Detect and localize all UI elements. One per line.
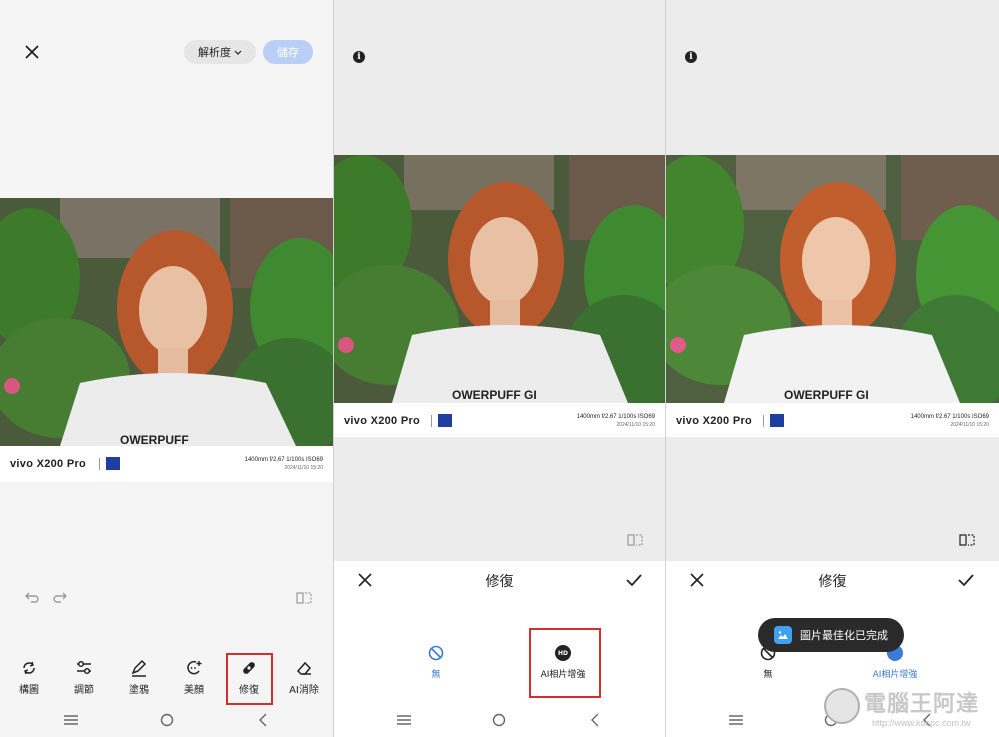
home-icon[interactable] bbox=[487, 710, 511, 730]
photo-preview-enhanced: OWERPUFF GI bbox=[666, 155, 999, 403]
back-icon[interactable] bbox=[583, 710, 607, 730]
system-nav-bar bbox=[334, 706, 665, 734]
site-url: http://www.kocpc.com.tw bbox=[872, 718, 971, 728]
option-label: AI相片增強 bbox=[872, 670, 918, 680]
gallery-icon bbox=[774, 626, 792, 644]
zeiss-logo-icon bbox=[106, 457, 120, 470]
eraser-icon bbox=[279, 657, 329, 679]
svg-text:OWERPUFF GI: OWERPUFF GI bbox=[784, 388, 869, 402]
pen-icon bbox=[114, 657, 164, 679]
tool-beauty[interactable]: 美顏 bbox=[169, 657, 219, 696]
tool-adjust[interactable]: 調節 bbox=[59, 657, 109, 696]
confirm-icon[interactable] bbox=[956, 571, 976, 589]
tool-label: 美顏 bbox=[184, 685, 204, 696]
watermark-separator bbox=[431, 415, 432, 427]
toast: 圖片最佳化已完成 bbox=[758, 618, 904, 652]
redo-icon[interactable] bbox=[50, 589, 70, 607]
back-icon[interactable] bbox=[251, 710, 275, 730]
menu-icon[interactable] bbox=[392, 710, 416, 730]
photo-watermark-bar: vivo X200 Pro 1400mm f/2.67 1/100s ISO69… bbox=[0, 446, 333, 482]
zeiss-logo-icon bbox=[438, 414, 452, 427]
watermark-brand: vivo X200 Pro bbox=[10, 458, 87, 470]
site-watermark: 電腦王阿達 http://www.kocpc.com.tw bbox=[824, 686, 996, 734]
close-icon[interactable] bbox=[20, 40, 44, 64]
info-icon[interactable]: i bbox=[685, 51, 697, 63]
save-button[interactable]: 儲存 bbox=[263, 40, 313, 64]
zeiss-logo-icon bbox=[770, 414, 784, 427]
toast-message: 圖片最佳化已完成 bbox=[800, 629, 888, 642]
watermark-brand: vivo X200 Pro bbox=[676, 415, 753, 427]
photo-watermark-bar: vivo X200 Pro 1400mm f/2.67 1/100s ISO69… bbox=[334, 403, 665, 437]
info-icon[interactable]: i bbox=[353, 51, 365, 63]
tool-label: 塗鴉 bbox=[129, 685, 149, 696]
editor-panel-3: i OWERPUFF GI vivo X200 Pro 1400mm f/2.6… bbox=[666, 0, 999, 737]
watermark-brand: vivo X200 Pro bbox=[344, 415, 421, 427]
highlight-box bbox=[226, 653, 273, 705]
tool-label: AI消除 bbox=[289, 685, 319, 696]
watermark-date: 2024/11/10 15:20 bbox=[616, 422, 655, 428]
compare-icon[interactable] bbox=[294, 589, 314, 607]
menu-icon[interactable] bbox=[724, 710, 748, 730]
svg-text:OWERPUFF GI: OWERPUFF GI bbox=[452, 388, 537, 402]
option-label: 無 bbox=[763, 670, 773, 680]
mascot-icon bbox=[824, 688, 860, 724]
resolution-dropdown[interactable]: 解析度 bbox=[184, 40, 256, 64]
highlight-box bbox=[529, 628, 601, 698]
tool-doodle[interactable]: 塗鴉 bbox=[114, 657, 164, 696]
editor-panel-2: i OWERPUFF GI vivo X200 Pro 1400mm f/2.6… bbox=[334, 0, 665, 737]
site-name: 電腦王阿達 bbox=[864, 692, 980, 717]
chevron-down-icon bbox=[234, 46, 242, 59]
confirm-icon[interactable] bbox=[624, 571, 644, 589]
resolution-label: 解析度 bbox=[198, 46, 231, 59]
none-icon bbox=[391, 645, 481, 661]
watermark-specs: 1400mm f/2.67 1/100s ISO69 bbox=[244, 457, 323, 463]
tool-crop[interactable]: 構圖 bbox=[4, 657, 54, 696]
option-none[interactable]: 無 bbox=[391, 645, 481, 680]
watermark-date: 2024/11/10 15:20 bbox=[284, 465, 323, 471]
compare-icon[interactable] bbox=[957, 531, 977, 549]
menu-icon[interactable] bbox=[59, 710, 83, 730]
option-label: 無 bbox=[431, 670, 441, 680]
tool-label: 構圖 bbox=[19, 685, 39, 696]
watermark-specs: 1400mm f/2.67 1/100s ISO69 bbox=[576, 414, 655, 420]
system-nav-bar bbox=[0, 706, 333, 734]
watermark-date: 2024/11/10 15:20 bbox=[950, 422, 989, 428]
sheet-title: 修復 bbox=[485, 574, 514, 590]
watermark-separator bbox=[99, 458, 100, 470]
watermark-specs: 1400mm f/2.67 1/100s ISO69 bbox=[910, 414, 989, 420]
face-retouch-icon bbox=[169, 657, 219, 679]
editor-panel-1: 解析度 儲存 OWERPUFF vivo X200 Pro 1400mm f/2… bbox=[0, 0, 333, 737]
tool-label: 調節 bbox=[74, 685, 94, 696]
photo-watermark-bar: vivo X200 Pro 1400mm f/2.67 1/100s ISO69… bbox=[666, 403, 999, 437]
watermark-separator bbox=[763, 415, 764, 427]
sliders-icon bbox=[59, 657, 109, 679]
compare-icon[interactable] bbox=[625, 531, 645, 549]
tool-ai-erase[interactable]: AI消除 bbox=[279, 657, 329, 696]
svg-text:OWERPUFF: OWERPUFF bbox=[120, 433, 189, 446]
photo-preview: OWERPUFF GI bbox=[334, 155, 665, 403]
home-icon[interactable] bbox=[155, 710, 179, 730]
photo-preview: OWERPUFF bbox=[0, 198, 333, 446]
undo-icon[interactable] bbox=[22, 589, 42, 607]
sheet-title: 修復 bbox=[818, 574, 847, 590]
crop-rotate-icon bbox=[4, 657, 54, 679]
